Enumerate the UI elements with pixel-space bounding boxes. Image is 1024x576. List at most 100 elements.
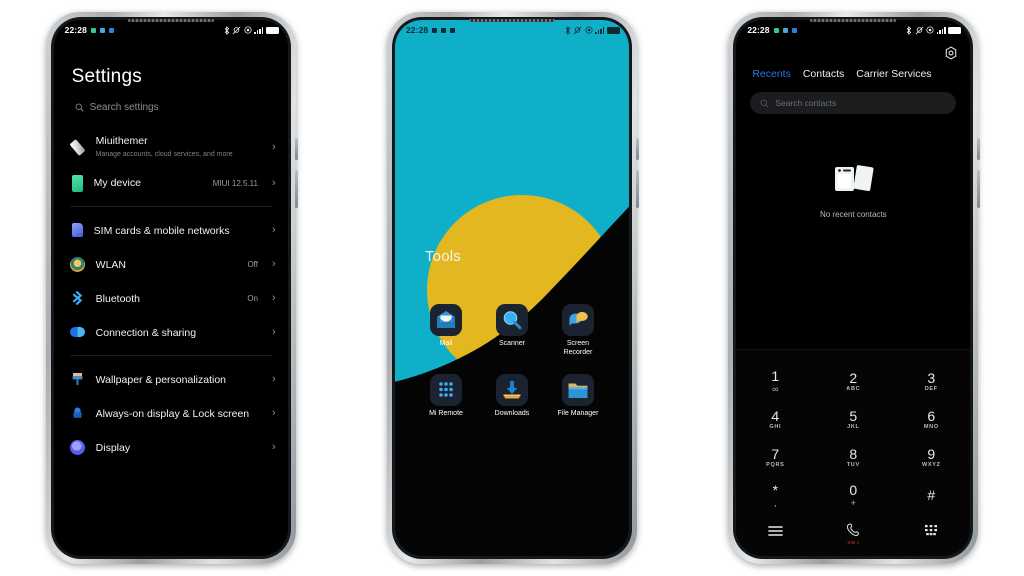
dial-key-hash[interactable]: # xyxy=(892,476,970,514)
dial-key-4[interactable]: 4 GHI xyxy=(736,400,814,438)
dial-key-sublabel: JKL xyxy=(847,423,860,430)
call-sim-label: SIM 1 xyxy=(847,540,860,545)
chevron-right-icon: › xyxy=(271,291,276,304)
notification-dot-3 xyxy=(108,27,114,33)
dial-key-number: 0 xyxy=(849,481,858,498)
app-label: Mi Remote xyxy=(429,409,463,417)
settings-item-value: Off xyxy=(247,259,258,269)
power-button[interactable] xyxy=(294,170,298,208)
app-downloads[interactable]: Downloads xyxy=(479,373,545,419)
volume-button[interactable] xyxy=(294,138,298,160)
sidebar-item-always-on-display[interactable]: Always-on display & Lock screen › xyxy=(54,396,288,430)
gear-icon[interactable] xyxy=(944,46,958,65)
dial-key-8[interactable]: 8 TUV xyxy=(814,438,892,476)
dnd-icon xyxy=(926,26,934,34)
paintbrush-icon xyxy=(70,372,85,387)
tab-carrier-services[interactable]: Carrier Services xyxy=(856,68,931,80)
dnd-icon xyxy=(585,26,593,34)
sidebar-item-my-device[interactable]: My device MIUI 12.5.11 › xyxy=(54,167,288,200)
battery-icon xyxy=(606,26,620,34)
screen-settings: 22:28 Settings Search settings Miuitheme… xyxy=(53,20,288,556)
app-file-manager[interactable]: File Manager xyxy=(545,373,611,419)
settings-item-title: Miuithemer xyxy=(95,135,148,147)
app-grid: Mail Scanner Screen Recorder Mi Remote D… xyxy=(395,304,629,418)
settings-item-title: SIM cards & mobile networks xyxy=(93,225,230,238)
settings-item-title: Always-on display & Lock screen xyxy=(95,408,250,421)
location-off-icon xyxy=(232,26,241,34)
power-button[interactable] xyxy=(635,170,639,208)
dial-key-sublabel: , xyxy=(774,497,777,508)
empty-state: No recent contacts xyxy=(736,164,970,219)
screen-recorder-icon xyxy=(561,304,594,336)
power-button[interactable] xyxy=(977,170,981,208)
dial-key-star[interactable]: * , xyxy=(736,476,814,514)
sidebar-item-wallpaper[interactable]: Wallpaper & personalization › xyxy=(54,362,288,396)
dial-key-number: 1 xyxy=(771,367,780,384)
settings-list: Miuithemer Manage accounts, cloud servic… xyxy=(54,127,288,464)
dial-keypad: 1 ∞ 2 ABC 3 DEF 4 GHI 5 JKL 6 MNO 7 PQRS… xyxy=(736,349,971,556)
dial-key-number: 7 xyxy=(771,445,780,462)
app-screen-recorder[interactable]: Screen Recorder xyxy=(545,304,611,358)
wifi-icon xyxy=(69,256,85,272)
tab-recents[interactable]: Recents xyxy=(752,68,791,80)
dial-key-sublabel: MNO xyxy=(923,423,939,430)
dial-key-0[interactable]: 0 + xyxy=(814,476,892,514)
dial-key-9[interactable]: 9 WXYZ xyxy=(892,438,970,476)
lock-screen-icon xyxy=(70,406,85,421)
bluetooth-icon xyxy=(224,25,229,35)
sidebar-item-wlan[interactable]: WLAN Off › xyxy=(54,247,288,281)
settings-item-subtitle: Manage accounts, cloud services, and mor… xyxy=(95,151,233,159)
sidebar-item-miuithemer[interactable]: Miuithemer Manage accounts, cloud servic… xyxy=(54,127,288,167)
search-icon xyxy=(760,99,769,108)
dial-key-sublabel: ABC xyxy=(846,385,861,392)
chevron-right-icon: › xyxy=(271,325,276,338)
search-settings-field[interactable]: Search settings xyxy=(54,88,288,113)
status-bar: 22:28 xyxy=(395,20,629,40)
device-icon xyxy=(71,175,83,193)
dial-key-6[interactable]: 6 MNO xyxy=(892,400,970,438)
dial-key-number: * xyxy=(772,481,779,498)
dialer-tabs: Recents Contacts Carrier Services xyxy=(736,48,970,80)
sidebar-item-connection-sharing[interactable]: Connection & sharing › xyxy=(54,315,288,349)
status-time: 22:28 xyxy=(405,25,429,35)
tab-contacts[interactable]: Contacts xyxy=(803,68,844,80)
keypad-row: 7 PQRS 8 TUV 9 WXYZ xyxy=(736,438,970,476)
mi-remote-icon xyxy=(429,373,462,406)
keypad-row: 1 ∞ 2 ABC 3 DEF xyxy=(736,362,970,400)
app-mail[interactable]: Mail xyxy=(413,304,479,358)
sidebar-item-bluetooth[interactable]: Bluetooth On › xyxy=(54,281,288,315)
volume-button[interactable] xyxy=(635,138,639,160)
menu-button[interactable] xyxy=(736,524,814,542)
battery-icon xyxy=(265,26,279,34)
phone-device-home: 22:28 Tools Mail Scanner Screen Recorder… xyxy=(386,12,639,564)
settings-item-title: Wallpaper & personalization xyxy=(95,374,227,387)
signal-bars-icon xyxy=(936,26,946,34)
search-contacts-input[interactable]: Search contacts xyxy=(750,92,957,114)
bluetooth-icon xyxy=(565,25,571,35)
dial-key-3[interactable]: 3 DEF xyxy=(892,362,970,400)
settings-item-title: Bluetooth xyxy=(95,293,141,306)
dial-key-7[interactable]: 7 PQRS xyxy=(736,438,814,476)
app-mi-remote[interactable]: Mi Remote xyxy=(413,373,479,419)
scanner-icon xyxy=(495,304,528,336)
file-manager-icon xyxy=(561,373,594,406)
sidebar-item-display[interactable]: Display › xyxy=(54,430,288,464)
settings-item-title: Display xyxy=(95,442,131,455)
dial-key-sublabel: ∞ xyxy=(772,383,779,394)
dial-key-sublabel: GHI xyxy=(769,423,782,430)
mail-icon xyxy=(429,304,462,336)
dial-key-sublabel: WXYZ xyxy=(921,461,941,468)
app-label: Downloads xyxy=(494,409,530,417)
empty-contacts-icon xyxy=(832,164,874,203)
call-button[interactable]: SIM 1 xyxy=(814,522,892,545)
sidebar-item-sim-cards[interactable]: SIM cards & mobile networks › xyxy=(54,213,288,247)
dial-key-2[interactable]: 2 ABC xyxy=(814,362,892,400)
app-scanner[interactable]: Scanner xyxy=(479,304,545,358)
keypad-toggle-button[interactable] xyxy=(892,524,970,543)
downloads-icon xyxy=(495,373,528,406)
volume-button[interactable] xyxy=(977,138,981,160)
dial-key-number: 2 xyxy=(849,369,858,386)
dial-key-1[interactable]: 1 ∞ xyxy=(736,362,814,400)
settings-item-value: MIUI 12.5.11 xyxy=(212,179,258,189)
dial-key-5[interactable]: 5 JKL xyxy=(814,400,892,438)
